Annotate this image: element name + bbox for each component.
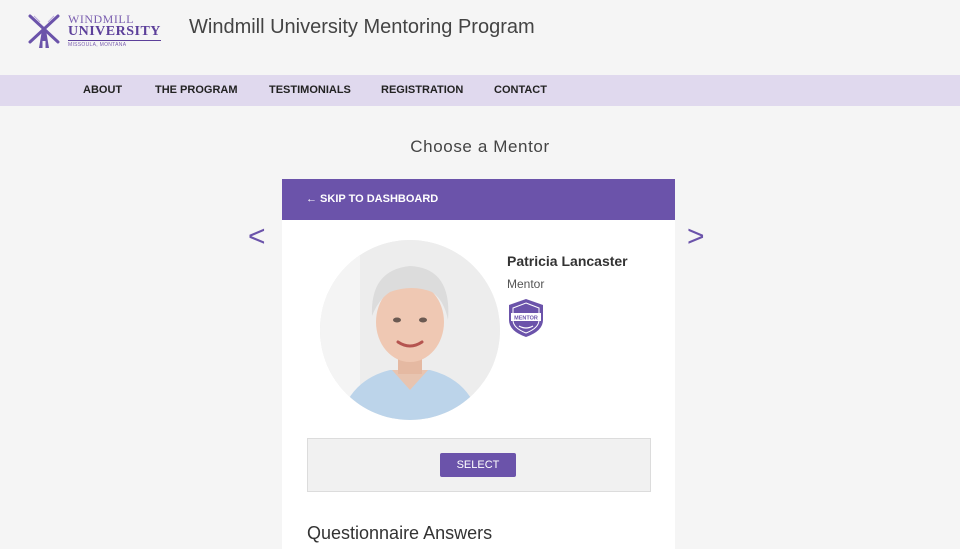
university-logo[interactable]: WINDMILL UNIVERSITY MISSOULA, MONTANA (26, 12, 166, 52)
mentor-photo (320, 240, 500, 420)
mentor-role: Mentor (507, 277, 545, 291)
nav-testimonials[interactable]: TESTIMONIALS (269, 84, 351, 96)
select-panel: SELECT (307, 438, 651, 492)
nav-the-program[interactable]: THE PROGRAM (155, 84, 238, 96)
select-mentor-button[interactable]: SELECT (440, 453, 516, 477)
mentor-avatar (320, 240, 500, 420)
nav-contact[interactable]: CONTACT (494, 84, 547, 96)
site-header: WINDMILL UNIVERSITY MISSOULA, MONTANA Wi… (0, 0, 960, 75)
prev-arrow-icon[interactable]: < (248, 222, 266, 252)
nav-registration[interactable]: REGISTRATION (381, 84, 463, 96)
mentor-badge-icon: MENTOR (509, 299, 543, 337)
site-title: Windmill University Mentoring Program (189, 16, 535, 38)
logo-location: MISSOULA, MONTANA (68, 42, 127, 48)
page-title: Choose a Mentor (410, 137, 550, 156)
card-header: ← SKIP TO DASHBOARD (282, 179, 675, 220)
mentor-card: ← SKIP TO DASHBOARD Patricia Lancaster M… (282, 179, 675, 549)
badge-label: MENTOR (514, 316, 538, 322)
logo-wordmark-main: UNIVERSITY (68, 24, 161, 41)
mentor-name: Patricia Lancaster (507, 253, 628, 269)
main-nav: ABOUT THE PROGRAM TESTIMONIALS REGISTRAT… (0, 75, 960, 106)
skip-to-dashboard-link[interactable]: ← SKIP TO DASHBOARD (306, 193, 438, 205)
next-arrow-icon[interactable]: > (687, 222, 705, 252)
windmill-logo-icon (28, 14, 60, 48)
questionnaire-heading: Questionnaire Answers (307, 523, 493, 543)
nav-about[interactable]: ABOUT (83, 84, 122, 96)
